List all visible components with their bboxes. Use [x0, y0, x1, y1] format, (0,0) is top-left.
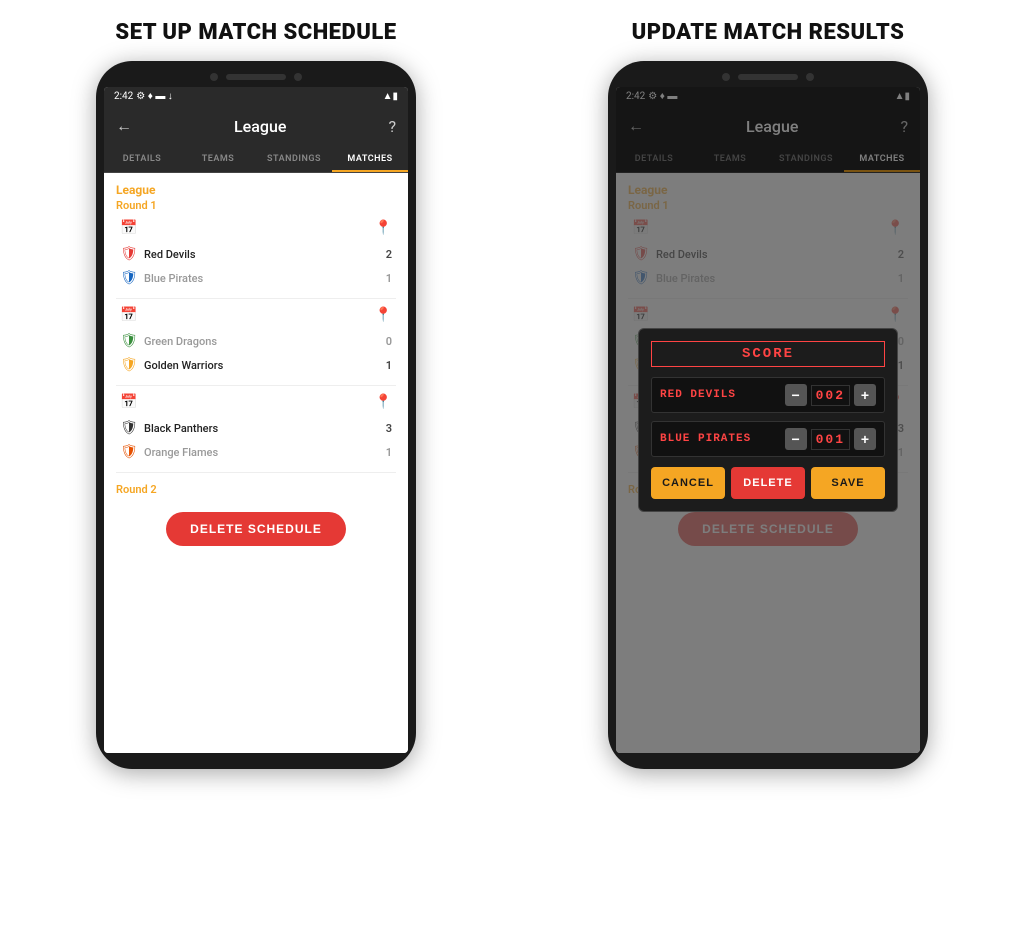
shield-blue-pirates-left: 🛡	[120, 269, 138, 287]
score-controls-team1: − 002 +	[785, 384, 876, 406]
score-orange-flames-left: 1	[386, 446, 392, 459]
match-meta-2-left: 📅 📍	[116, 307, 396, 323]
left-screen: 2:42 ⚙ ♦ ▬ ↓ ▲▮ ← League ? DETAILS TE	[104, 87, 408, 753]
right-panel: UPDATE MATCH RESULTS 2:42 ⚙ ♦ ▬ ▲▮	[512, 0, 1024, 931]
page-wrapper: SET UP MATCH SCHEDULE 2:42 ⚙ ♦ ▬ ↓ ▲▮	[0, 0, 1024, 931]
shield-black-panthers-left: 🛡	[120, 419, 138, 437]
score-dialog-title: SCORE	[651, 341, 885, 367]
round1-label-left: Round 1	[116, 199, 396, 212]
score-team1-name: RED DEVILS	[660, 389, 785, 401]
shield-orange-flames-left: 🛡	[120, 443, 138, 461]
minus-btn-team2[interactable]: −	[785, 428, 807, 450]
shield-golden-warriors-left: 🛡	[120, 356, 138, 374]
team-name-red-devils-left: Red Devils	[144, 248, 195, 261]
left-panel-title: SET UP MATCH SCHEDULE	[115, 20, 396, 45]
score-red-devils-left: 2	[386, 248, 392, 261]
calendar-icon-3-left: 📅	[120, 394, 137, 410]
minus-btn-team1[interactable]: −	[785, 384, 807, 406]
cancel-button[interactable]: CANCEL	[651, 467, 725, 499]
sensor-right	[806, 73, 814, 81]
match-item-3-left[interactable]: 📅 📍 🛡 Black Panthers 3 �	[116, 394, 396, 473]
match-item-2-left[interactable]: 📅 📍 🛡 Green Dragons 0 🛡	[116, 307, 396, 386]
speaker-right	[738, 74, 798, 80]
score-value-team1: 002	[811, 385, 850, 406]
match-item-1-left[interactable]: 📅 📍 🛡 Red Devils 2 🛡	[116, 220, 396, 299]
team-left-3a: 🛡 Black Panthers	[120, 419, 218, 437]
status-time-left: 2:42 ⚙ ♦ ▬ ↓	[114, 91, 173, 102]
dialog-delete-button[interactable]: DELETE	[731, 467, 805, 499]
tabs-bar-left: DETAILS TEAMS STANDINGS MATCHES	[104, 146, 408, 173]
score-green-dragons-left: 0	[386, 335, 392, 348]
status-bar-left: 2:42 ⚙ ♦ ▬ ↓ ▲▮	[104, 87, 408, 106]
score-overlay: SCORE RED DEVILS − 002 + BLUE PIRATES	[616, 87, 920, 753]
score-black-panthers-left: 3	[386, 422, 392, 435]
team-name-orange-flames-left: Orange Flames	[144, 446, 218, 459]
camera-left	[210, 73, 218, 81]
plus-btn-team2[interactable]: +	[854, 428, 876, 450]
league-label-left: League	[116, 183, 396, 197]
team-name-golden-warriors-left: Golden Warriors	[144, 359, 223, 372]
team-row-1a-left: 🛡 Red Devils 2	[116, 242, 396, 266]
score-team2-name: BLUE PIRATES	[660, 433, 785, 445]
calendar-icon-1-left: 📅	[120, 220, 137, 236]
score-golden-warriors-left: 1	[386, 359, 392, 372]
match-meta-3-left: 📅 📍	[116, 394, 396, 410]
delete-schedule-btn-left[interactable]: DELETE SCHEDULE	[166, 512, 346, 546]
score-blue-pirates-left: 1	[386, 272, 392, 285]
tab-standings-left[interactable]: STANDINGS	[256, 146, 332, 172]
shield-green-dragons-left: 🛡	[120, 332, 138, 350]
tab-details-left[interactable]: DETAILS	[104, 146, 180, 172]
score-row-team1: RED DEVILS − 002 +	[651, 377, 885, 413]
sensor-left	[294, 73, 302, 81]
team-name-blue-pirates-left: Blue Pirates	[144, 272, 203, 285]
location-icon-3-left: 📍	[375, 394, 392, 410]
right-panel-title: UPDATE MATCH RESULTS	[632, 20, 905, 45]
team-left-2a: 🛡 Green Dragons	[120, 332, 217, 350]
app-bar-title-left: League	[234, 117, 286, 136]
right-screen: 2:42 ⚙ ♦ ▬ ▲▮ ← League ? DETAILS TEAM	[616, 87, 920, 753]
tab-teams-left[interactable]: TEAMS	[180, 146, 256, 172]
team-row-3b-left: 🛡 Orange Flames 1	[116, 440, 396, 464]
score-row-team2: BLUE PIRATES − 001 +	[651, 421, 885, 457]
shield-red-devils-left: 🛡	[120, 245, 138, 263]
app-bar-left: ← League ?	[104, 106, 408, 146]
round2-label-left: Round 2	[116, 483, 396, 496]
location-icon-1-left: 📍	[375, 220, 392, 236]
team-row-3a-left: 🛡 Black Panthers 3	[116, 416, 396, 440]
team-left-1b: 🛡 Blue Pirates	[120, 269, 203, 287]
team-left-2b: 🛡 Golden Warriors	[120, 356, 223, 374]
team-name-green-dragons-left: Green Dragons	[144, 335, 217, 348]
location-icon-2-left: 📍	[375, 307, 392, 323]
team-name-black-panthers-left: Black Panthers	[144, 422, 218, 435]
team-left-3b: 🛡 Orange Flames	[120, 443, 218, 461]
dialog-buttons: CANCEL DELETE SAVE	[651, 467, 885, 499]
save-button[interactable]: SAVE	[811, 467, 885, 499]
speaker-left	[226, 74, 286, 80]
camera-right	[722, 73, 730, 81]
back-btn-left[interactable]: ←	[116, 116, 132, 136]
tab-matches-left[interactable]: MATCHES	[332, 146, 408, 172]
score-value-team2: 001	[811, 429, 850, 450]
calendar-icon-2-left: 📅	[120, 307, 137, 323]
left-panel: SET UP MATCH SCHEDULE 2:42 ⚙ ♦ ▬ ↓ ▲▮	[0, 0, 512, 931]
score-dialog: SCORE RED DEVILS − 002 + BLUE PIRATES	[638, 328, 898, 512]
status-icons-left: ▲▮	[383, 91, 398, 102]
help-btn-left[interactable]: ?	[388, 117, 396, 136]
right-phone: 2:42 ⚙ ♦ ▬ ▲▮ ← League ? DETAILS TEAM	[608, 61, 928, 769]
team-row-1b-left: 🛡 Blue Pirates 1	[116, 266, 396, 290]
screen-content-left: League Round 1 📅 📍 🛡 Red Devils	[104, 173, 408, 753]
phone-top-right	[616, 73, 920, 81]
match-meta-1-left: 📅 📍	[116, 220, 396, 236]
left-phone: 2:42 ⚙ ♦ ▬ ↓ ▲▮ ← League ? DETAILS TE	[96, 61, 416, 769]
team-row-2b-left: 🛡 Golden Warriors 1	[116, 353, 396, 377]
plus-btn-team1[interactable]: +	[854, 384, 876, 406]
team-left-1a: 🛡 Red Devils	[120, 245, 195, 263]
phone-top-left	[104, 73, 408, 81]
team-row-2a-left: 🛡 Green Dragons 0	[116, 329, 396, 353]
score-controls-team2: − 001 +	[785, 428, 876, 450]
